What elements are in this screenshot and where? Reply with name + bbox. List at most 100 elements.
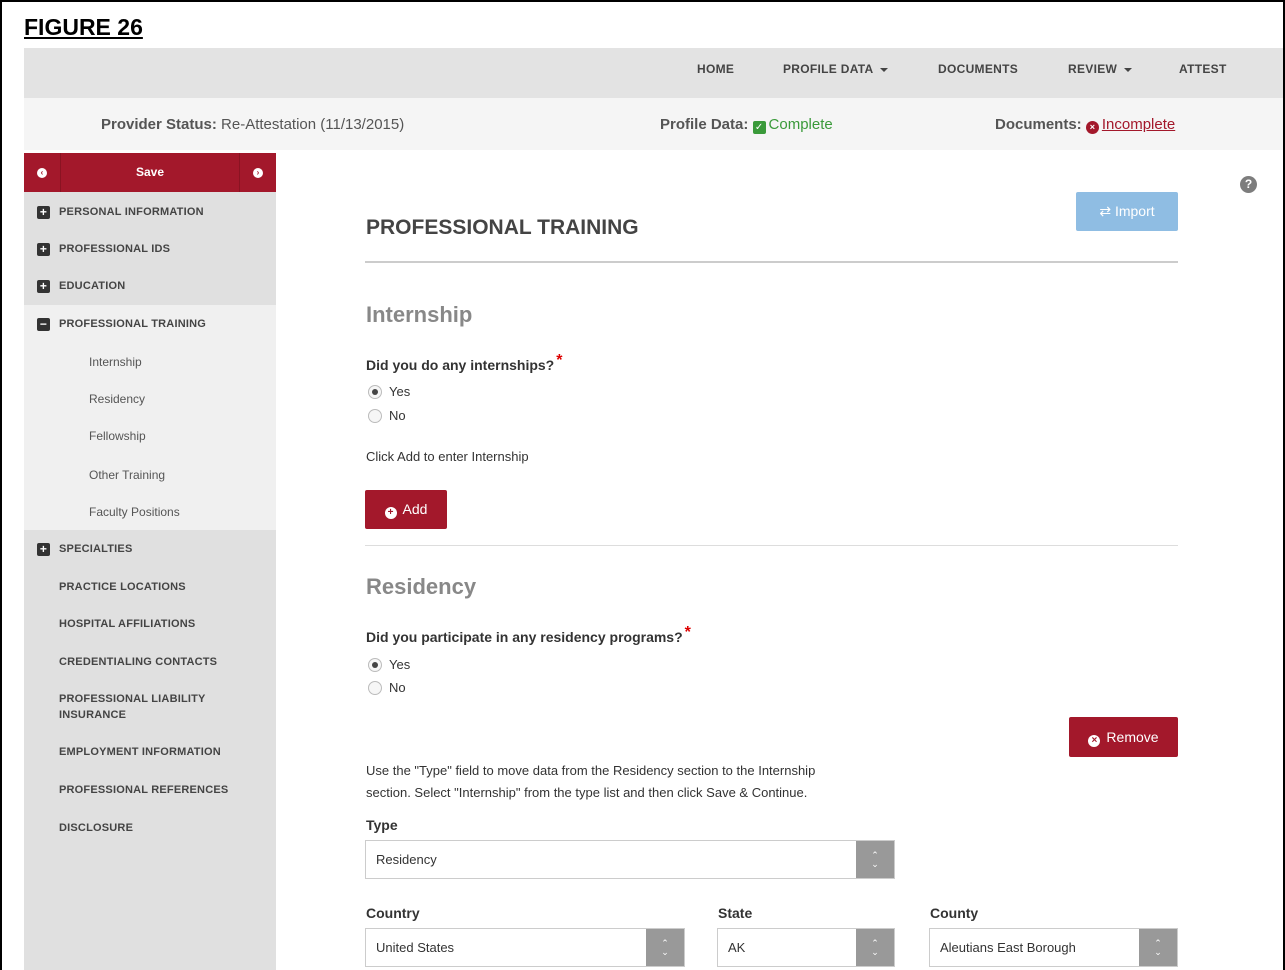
county-select[interactable]: Aleutians East Borough ⌃ ⌄ bbox=[929, 928, 1178, 967]
type-label: Type bbox=[366, 817, 398, 833]
radio-empty-icon bbox=[368, 680, 382, 695]
check-box-icon: ✓ bbox=[752, 121, 766, 134]
type-field-note-line1: Use the "Type" field to move data from t… bbox=[366, 763, 816, 778]
sidebar-item-label: DISCLOSURE bbox=[59, 822, 134, 834]
nav-home[interactable]: HOME bbox=[697, 48, 734, 98]
residency-no-label: No bbox=[389, 680, 406, 695]
sidebar-item-label: PROFESSIONAL LIABILITY bbox=[59, 693, 206, 705]
county-label: County bbox=[930, 905, 979, 921]
figure-label: FIGURE 26 bbox=[24, 14, 143, 40]
sidebar-item-label: PROFESSIONAL IDS bbox=[59, 243, 171, 255]
caret-down-icon bbox=[1124, 67, 1133, 72]
expand-plus-icon: + bbox=[37, 280, 50, 293]
nav-profile-data[interactable]: PROFILE DATA bbox=[783, 48, 889, 98]
state-label: State bbox=[718, 905, 753, 921]
type-select-value: Residency bbox=[376, 852, 437, 867]
type-field-note: Use the "Type" field to move data from t… bbox=[366, 760, 906, 804]
internship-no-radio[interactable]: No bbox=[368, 408, 406, 423]
nav-review[interactable]: REVIEW bbox=[1068, 48, 1133, 98]
sidebar-subitem-other-training[interactable]: Other Training bbox=[89, 468, 165, 482]
sidebar-expanded-group bbox=[24, 305, 276, 530]
swap-arrows-icon: ⇄ bbox=[1099, 203, 1112, 219]
import-button-label: Import bbox=[1114, 203, 1155, 219]
country-select-value: United States bbox=[376, 940, 455, 955]
internship-section-title: Internship bbox=[366, 302, 473, 327]
spinner-arrows-icon: ⌃ ⌄ bbox=[856, 929, 894, 966]
provider-status-label: Provider Status: bbox=[101, 116, 217, 133]
radio-selected-icon bbox=[368, 384, 382, 399]
required-marker: * bbox=[556, 352, 563, 369]
next-section-button[interactable]: › bbox=[239, 153, 276, 192]
state-select-value: AK bbox=[728, 940, 746, 955]
sidebar-subitem-faculty-positions[interactable]: Faculty Positions bbox=[89, 505, 180, 519]
sidebar-item-label: SPECIALTIES bbox=[59, 543, 133, 555]
nav-profile-data-label: PROFILE DATA bbox=[783, 62, 874, 76]
residency-no-radio[interactable]: No bbox=[368, 680, 406, 695]
documents-incomplete-link[interactable]: Incomplete bbox=[1102, 116, 1175, 133]
sidebar-subitem-internship[interactable]: Internship bbox=[89, 355, 142, 369]
sidebar-item-label: PROFESSIONAL TRAINING bbox=[59, 318, 207, 330]
provider-status-value: Re-Attestation (11/13/2015) bbox=[221, 116, 405, 133]
required-marker: * bbox=[684, 624, 691, 641]
profile-data-status: Profile Data: ✓ Complete bbox=[660, 116, 833, 134]
sidebar-item-label: EDUCATION bbox=[59, 280, 126, 292]
sidebar-item-label: EMPLOYMENT INFORMATION bbox=[59, 746, 221, 758]
nav-documents[interactable]: DOCUMENTS bbox=[938, 48, 1018, 98]
internship-question-text: Did you do any internships? bbox=[366, 357, 555, 373]
profile-data-value: Complete bbox=[768, 116, 833, 133]
error-circle-icon: × bbox=[1085, 121, 1099, 134]
radio-selected-icon bbox=[368, 657, 382, 672]
internship-yes-label: Yes bbox=[389, 384, 411, 399]
page-title: PROFESSIONAL TRAINING bbox=[366, 216, 639, 239]
remove-residency-button[interactable]: × Remove bbox=[1069, 717, 1178, 757]
collapse-minus-icon: − bbox=[37, 318, 50, 331]
residency-question: Did you participate in any residency pro… bbox=[366, 624, 691, 647]
nav-review-label: REVIEW bbox=[1068, 62, 1118, 76]
prev-section-button[interactable]: ‹ bbox=[24, 153, 61, 192]
remove-button-label: Remove bbox=[1106, 729, 1159, 745]
sidebar: ‹ Save › + PERSONAL INFORMATION + PROFES… bbox=[24, 153, 276, 970]
add-internship-button[interactable]: + Add bbox=[365, 490, 447, 529]
save-button[interactable]: Save bbox=[61, 153, 239, 192]
plus-circle-icon: + bbox=[384, 507, 397, 519]
title-divider bbox=[365, 261, 1178, 263]
spinner-arrows-icon: ⌃ ⌄ bbox=[856, 841, 894, 878]
sidebar-subitem-fellowship[interactable]: Fellowship bbox=[89, 429, 146, 443]
type-select[interactable]: Residency ⌃ ⌄ bbox=[365, 840, 895, 879]
help-icon[interactable]: ? bbox=[1240, 176, 1257, 193]
save-bar: ‹ Save › bbox=[24, 153, 276, 192]
residency-yes-label: Yes bbox=[389, 657, 411, 672]
spinner-arrows-icon: ⌃ ⌄ bbox=[1139, 929, 1177, 966]
internship-question: Did you do any internships? * bbox=[366, 352, 562, 375]
residency-question-text: Did you participate in any residency pro… bbox=[366, 629, 683, 645]
caret-down-icon bbox=[880, 67, 889, 72]
expand-plus-icon: + bbox=[37, 206, 50, 219]
sidebar-item-label: PRACTICE LOCATIONS bbox=[59, 581, 186, 593]
provider-status: Provider Status: Re-Attestation (11/13/2… bbox=[101, 116, 404, 133]
expand-plus-icon: + bbox=[37, 243, 50, 256]
status-bar: Provider Status: Re-Attestation (11/13/2… bbox=[24, 98, 1283, 150]
expand-plus-icon: + bbox=[37, 543, 50, 556]
sidebar-subitem-residency[interactable]: Residency bbox=[89, 392, 145, 406]
spinner-arrows-icon: ⌃ ⌄ bbox=[646, 929, 684, 966]
sidebar-item-label: INSURANCE bbox=[59, 709, 127, 721]
nav-attest[interactable]: ATTEST bbox=[1179, 48, 1227, 98]
import-button[interactable]: ⇄ Import bbox=[1076, 192, 1178, 231]
prev-arrow-icon: ‹ bbox=[37, 167, 47, 178]
remove-circle-icon: × bbox=[1088, 735, 1101, 747]
add-button-label: Add bbox=[402, 501, 428, 517]
internship-hint: Click Add to enter Internship bbox=[366, 449, 529, 464]
sidebar-item-label: PERSONAL INFORMATION bbox=[59, 206, 204, 218]
type-field-note-line2: section. Select "Internship" from the ty… bbox=[366, 785, 808, 800]
profile-data-label: Profile Data: bbox=[660, 116, 749, 133]
residency-yes-radio[interactable]: Yes bbox=[368, 657, 410, 672]
main-content: ? PROFESSIONAL TRAINING ⇄ Import Interns… bbox=[276, 150, 1285, 970]
sidebar-item-label: HOSPITAL AFFILIATIONS bbox=[59, 618, 196, 630]
county-select-value: Aleutians East Borough bbox=[940, 940, 1076, 955]
documents-label: Documents: bbox=[995, 116, 1082, 133]
radio-empty-icon bbox=[368, 408, 382, 423]
state-select[interactable]: AK ⌃ ⌄ bbox=[717, 928, 895, 967]
internship-yes-radio[interactable]: Yes bbox=[368, 384, 410, 399]
country-select[interactable]: United States ⌃ ⌄ bbox=[365, 928, 685, 967]
top-nav: HOME PROFILE DATA DOCUMENTS REVIEW ATTES… bbox=[24, 48, 1283, 98]
